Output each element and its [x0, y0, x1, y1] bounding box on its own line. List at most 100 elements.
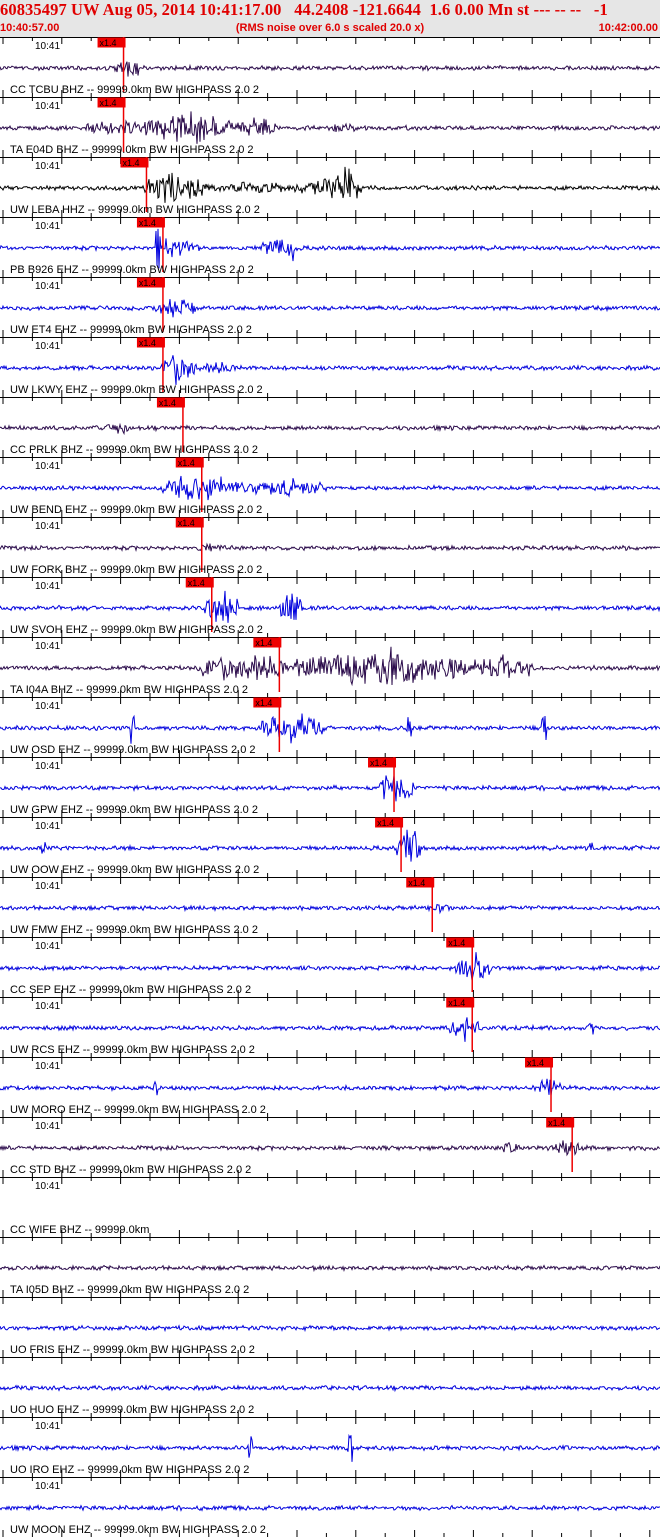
waveform-trace	[0, 111, 660, 144]
waveform-trace	[0, 61, 660, 77]
station-label: TA I05D BHZ -- 99999.0km BW HIGHPASS 2.0…	[10, 1284, 249, 1296]
header-bar: 60835497 UW Aug 05, 2014 10:41:17.00 44.…	[0, 0, 660, 37]
trace-panel: UO HUO EHZ -- 99999.0km BW HIGHPASS 2.0 …	[0, 1357, 660, 1417]
station-label: UW OSD EHZ -- 99999.0km BW HIGHPASS 2.0 …	[10, 744, 256, 756]
waveform-trace	[0, 1264, 660, 1273]
pick-label: x1.4	[100, 38, 117, 48]
station-label: UW MORO EHZ -- 99999.0km BW HIGHPASS 2.0…	[10, 1104, 266, 1116]
pick-label: x1.4	[255, 698, 272, 708]
station-label: TA I04A BHZ -- 99999.0km BW HIGHPASS 2.0…	[10, 684, 248, 696]
waveform-trace	[0, 1384, 660, 1393]
trace-panel: 10:41 x1.4 UW FORK BHZ -- 99999.0km BW HIG…	[0, 517, 660, 577]
panel-time-label: 10:41	[35, 1121, 60, 1132]
trace-panel: 10:41 x1.4 UW GPW EHZ -- 99999.0km BW HIGH…	[0, 757, 660, 817]
waveform-trace	[0, 1433, 660, 1462]
pick-label: x1.4	[188, 578, 205, 588]
trace-panel: 10:41 x1.4 UW OOW EHZ -- 99999.0km BW HIGH…	[0, 817, 660, 877]
trace-panel: 10:41 x1.4 PB B926 EHZ -- 99999.0km BW HIG…	[0, 217, 660, 277]
waveform-trace	[0, 1324, 660, 1333]
waveform-trace	[0, 1078, 660, 1096]
pick-label: x1.4	[139, 338, 156, 348]
panel-time-label: 10:41	[35, 281, 60, 292]
pick-label: x1.4	[408, 878, 425, 888]
trace-panel: 10:41 x1.4 UW LKWY EHZ -- 99999.0km BW HIG…	[0, 337, 660, 397]
station-label: TA E04D BHZ -- 99999.0km BW HIGHPASS 2.0…	[10, 144, 254, 156]
waveform-trace	[0, 299, 660, 318]
trace-panel: 10:41 x1.4 UW SVOH EHZ -- 99999.0km BW HIG…	[0, 577, 660, 637]
trace-panel: 10:41 UO IRO EHZ -- 99999.0km BW HIGHPASS…	[0, 1417, 660, 1477]
panel-time-label: 10:41	[35, 701, 60, 712]
waveform-trace	[0, 355, 660, 385]
waveform-trace	[0, 422, 660, 436]
panel-time-label: 10:41	[35, 101, 60, 112]
trace-panel: 10:41 x1.4 UW LEBA HHZ -- 99999.0km BW HIG…	[0, 157, 660, 217]
waveform-trace	[0, 713, 660, 744]
waveform-trace	[0, 646, 660, 687]
station-label: UW BEND EHZ -- 99999.0km BW HIGHPASS 2.0…	[10, 504, 262, 516]
station-label: UW OOW EHZ -- 99999.0km BW HIGHPASS 2.0 …	[10, 864, 259, 876]
pick-label: x1.4	[548, 1118, 565, 1128]
waveform-trace	[0, 829, 660, 862]
pick-label: x1.4	[370, 758, 387, 768]
trace-panel: 10:41 x1.4 CC TCBU BHZ -- 99999.0km BW HIG…	[0, 37, 660, 97]
panel-time-label: 10:41	[35, 761, 60, 772]
waveform-trace	[0, 1140, 660, 1157]
station-label: CC WIFE BHZ -- 99999.0km	[10, 1224, 149, 1236]
station-label: UW ET4 EHZ -- 99999.0km BW HIGHPASS 2.0 …	[10, 324, 252, 336]
station-label: UO HUO EHZ -- 99999.0km BW HIGHPASS 2.0 …	[10, 1404, 254, 1416]
pick-label: x1.4	[178, 458, 195, 468]
station-label: PB B926 EHZ -- 99999.0km BW HIGHPASS 2.0…	[10, 264, 254, 276]
event-title: 60835497 UW Aug 05, 2014 10:41:17.00 44.…	[0, 0, 608, 19]
pick-label: x1.4	[100, 98, 117, 108]
end-time-label: 10:42:00.00	[598, 22, 658, 34]
panel-time-label: 10:41	[35, 521, 60, 532]
pick-label: x1.4	[255, 638, 272, 648]
trace-panel: 10:41 x1.4 UW ET4 EHZ -- 99999.0km BW HIGH…	[0, 277, 660, 337]
station-label: CC TCBU BHZ -- 99999.0km BW HIGHPASS 2.0…	[10, 84, 259, 96]
station-label: UW FMW EHZ -- 99999.0km BW HIGHPASS 2.0 …	[10, 924, 258, 936]
waveform-trace	[0, 1503, 660, 1512]
station-label: UW GPW EHZ -- 99999.0km BW HIGHPASS 2.0 …	[10, 804, 258, 816]
pick-label: x1.4	[527, 1058, 544, 1068]
waveform-trace	[0, 542, 660, 552]
station-label: UW LKWY EHZ -- 99999.0km BW HIGHPASS 2.0…	[10, 384, 263, 396]
trace-panel: 10:41 x1.4 UW FMW EHZ -- 99999.0km BW HIGH…	[0, 877, 660, 937]
waveform-trace	[0, 952, 660, 981]
station-label: CC STD BHZ -- 99999.0km BW HIGHPASS 2.0 …	[10, 1164, 251, 1176]
panel-time-label: 10:41	[35, 881, 60, 892]
panel-time-label: 10:41	[35, 821, 60, 832]
waveform-trace	[0, 1017, 660, 1042]
trace-panel: 10:41 UW MOON EHZ -- 99999.0km BW HIGHPAS…	[0, 1477, 660, 1537]
panel-time-label: 10:41	[35, 1181, 60, 1192]
trace-panel: 10:41 x1.4 CC STD BHZ -- 99999.0km BW HIGH…	[0, 1117, 660, 1177]
trace-panel: 10:41 CC WIFE BHZ -- 99999.0km	[0, 1177, 660, 1237]
station-label: UO IRO EHZ -- 99999.0km BW HIGHPASS 2.0 …	[10, 1464, 249, 1476]
seismogram-plot: 10:41 x1.4 CC TCBU BHZ -- 99999.0km BW HIG…	[0, 37, 660, 1537]
pick-label: x1.4	[159, 398, 176, 408]
station-label: UO FRIS EHZ -- 99999.0km BW HIGHPASS 2.0…	[10, 1344, 255, 1356]
pick-label: x1.4	[178, 518, 195, 528]
pick-label: x1.4	[122, 158, 139, 168]
waveform-trace	[0, 775, 660, 802]
trace-panel: 10:41 x1.4 CC SEP EHZ -- 99999.0km BW HIGH…	[0, 937, 660, 997]
station-label: UW MOON EHZ -- 99999.0km BW HIGHPASS 2.0…	[10, 1524, 266, 1536]
station-label: UW RCS EHZ -- 99999.0km BW HIGHPASS 2.0 …	[10, 1044, 255, 1056]
panel-time-label: 10:41	[35, 221, 60, 232]
panel-time-label: 10:41	[35, 1421, 60, 1432]
station-label: CC PRLK BHZ -- 99999.0km BW HIGHPASS 2.0…	[10, 444, 258, 456]
waveform-trace	[0, 475, 660, 501]
panel-time-label: 10:41	[35, 1001, 60, 1012]
panel-time-label: 10:41	[35, 1481, 60, 1492]
panel-time-label: 10:41	[35, 41, 60, 52]
rms-note: (RMS noise over 6.0 s scaled 20.0 x)	[235, 22, 425, 34]
waveform-trace	[0, 166, 660, 203]
trace-panel: 10:41 x1.4 UW MORO EHZ -- 99999.0km BW HIG…	[0, 1057, 660, 1117]
trace-panel: UO FRIS EHZ -- 99999.0km BW HIGHPASS 2.0…	[0, 1297, 660, 1357]
panel-time-label: 10:41	[35, 461, 60, 472]
station-label: CC SEP EHZ -- 99999.0km BW HIGHPASS 2.0 …	[10, 984, 251, 996]
waveform-trace	[0, 228, 660, 269]
panel-time-label: 10:41	[35, 161, 60, 172]
panel-time-label: 10:41	[35, 641, 60, 652]
trace-panel: 10:41 x1.4 TA E04D BHZ -- 99999.0km BW HIG…	[0, 97, 660, 157]
pick-label: x1.4	[448, 998, 465, 1008]
